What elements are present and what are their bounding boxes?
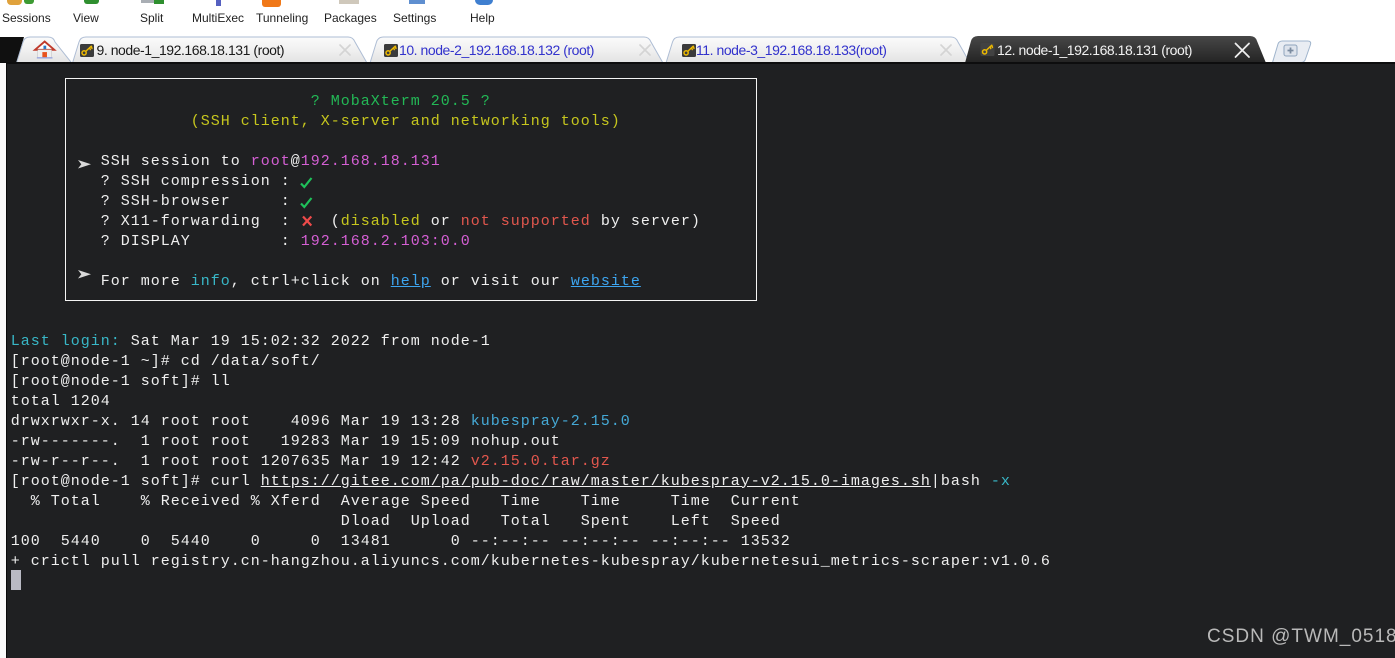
svg-text:11. node-3_192.168.18.133(root: 11. node-3_192.168.18.133(root) [696, 42, 887, 58]
svg-text:10. node-2_192.168.18.132 (roo: 10. node-2_192.168.18.132 (root) [399, 42, 594, 58]
svg-text:12. node-1_192.168.18.131 (roo: 12. node-1_192.168.18.131 (root) [997, 42, 1192, 58]
svg-text:9. node-1_192.168.18.131 (root: 9. node-1_192.168.18.131 (root) [97, 42, 285, 58]
